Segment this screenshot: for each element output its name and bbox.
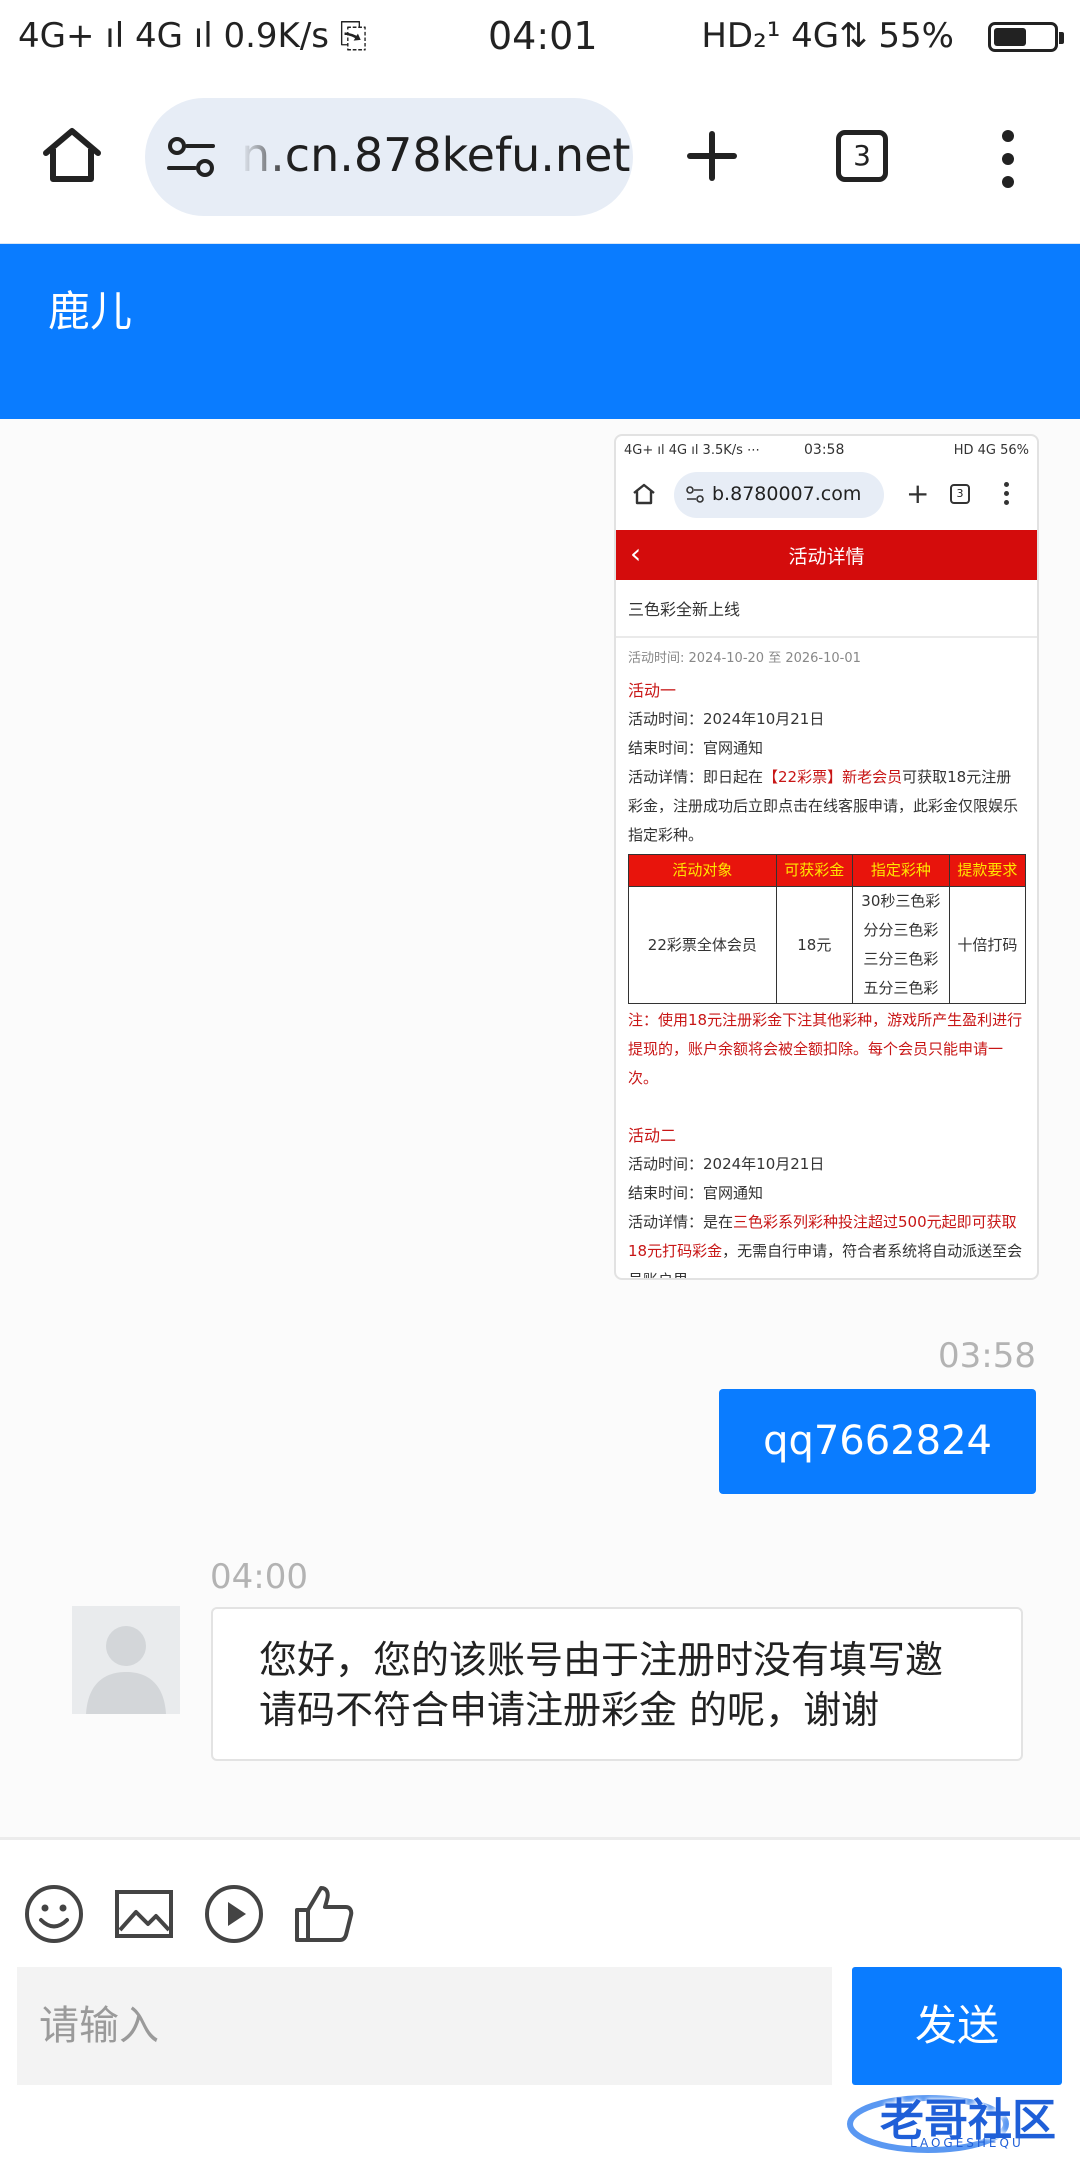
default-avatar-icon (72, 1606, 180, 1714)
message-input[interactable] (17, 1967, 799, 2085)
table-cell-requirement: 十倍打码 (948, 886, 1027, 1004)
home-icon[interactable] (40, 123, 104, 187)
incoming-message-bubble[interactable]: 您好，您的该账号由于注册时没有填写邀请码不符合申请注册彩金 的呢，谢谢 (211, 1607, 1023, 1761)
image-url-text: b.8780007.com (712, 483, 862, 505)
image-plus-icon: + (906, 477, 930, 510)
promo-1-time: 活动时间：2024年10月21日 (628, 710, 825, 728)
composer: 发送 老哥社区 LAOGESHEQU (0, 1837, 1080, 2163)
image-message[interactable]: 4G+ ıl 4G ıl 3.5K/s ⋯ 03:58 HD 4G 56% b.… (614, 434, 1039, 1280)
promo-note: 注：使用18元注册彩金下注其他彩种，游戏所产生盈利进行提现的，账户余额将会被全额… (628, 1011, 1023, 1087)
table-header: 提款要求 (948, 854, 1027, 887)
image-subtitle: 三色彩全新上线 (628, 600, 741, 619)
clock: 04:01 (488, 14, 598, 58)
promo-2-time: 活动时间：2024年10月21日 (628, 1155, 825, 1173)
browser-toolbar: n.cn.878kefu.net 3 (0, 78, 1080, 246)
smiley-icon[interactable] (22, 1882, 86, 1946)
image-tab-count: 3 (950, 484, 970, 504)
table-header: 活动对象 (628, 854, 777, 887)
new-tab-icon[interactable] (686, 130, 738, 182)
promo-2-detail: 活动详情：是在三色彩系列彩种投注超过500元起即可获取18元打码彩金，无需自行申… (628, 1213, 1023, 1280)
promo-period: 活动时间: 2024-10-20 至 2026-10-01 (628, 651, 861, 666)
message-input-wrap (17, 1967, 832, 2085)
image-status-left: 4G+ ıl 4G ıl 3.5K/s ⋯ (624, 443, 761, 458)
promo-1-detail: 活动详情：即日起在【22彩票】新老会员可获取18元注册彩金，注册成功后立即点击在… (628, 768, 1019, 844)
message-timestamp: 03:58 (938, 1336, 1036, 1376)
promo-table: 活动对象 可获彩金 指定彩种 提款要求 22彩票全体会员 18元 30秒三色彩 … (628, 854, 1027, 1004)
table-cell-bonus: 18元 (775, 886, 853, 1004)
message-timestamp: 04:00 (210, 1557, 308, 1597)
image-site-settings-icon (686, 486, 704, 503)
promo-2-heading: 活动二 (628, 1126, 677, 1145)
image-home-icon (633, 483, 655, 505)
image-address-bar: b.8780007.com (674, 472, 884, 518)
promo-2-end: 结束时间：官网通知 (628, 1184, 764, 1202)
promo-1-heading: 活动一 (628, 681, 677, 700)
address-bar[interactable]: n.cn.878kefu.net (145, 98, 633, 216)
image-menu-icon (1004, 482, 1010, 509)
battery-icon (988, 22, 1064, 52)
image-page-title: 活动详情 (788, 546, 865, 568)
table-cell-games: 30秒三色彩 分分三色彩 三分三色彩 五分三色彩 (851, 886, 950, 1004)
image-status-time: 03:58 (804, 442, 845, 458)
chat-header: 鹿儿 (0, 244, 1080, 419)
more-menu-icon[interactable] (1000, 130, 1016, 188)
send-button[interactable]: 发送 (852, 1967, 1062, 2085)
table-header: 可获彩金 (775, 854, 853, 887)
table-cell-target: 22彩票全体会员 (628, 886, 777, 1004)
thumbs-up-icon[interactable] (292, 1882, 356, 1946)
video-icon[interactable] (202, 1882, 266, 1946)
watermark-subtext: LAOGESHEQU (910, 2136, 1024, 2150)
url-text: n.cn.878kefu.net (241, 128, 631, 182)
tab-switcher-button[interactable]: 3 (836, 130, 888, 182)
network-indicators: 4G+ ıl 4G ıl 0.9K/s ⎘ (18, 16, 368, 56)
status-right-indicators: HD₂¹ 4G⇅ 55% (701, 16, 954, 56)
table-header: 指定彩种 (851, 854, 950, 887)
image-status-right: HD 4G 56% (953, 443, 1029, 458)
image-promo-body: 活动时间: 2024-10-20 至 2026-10-01 活动一 活动时间：2… (628, 648, 1027, 1280)
outgoing-message-bubble[interactable]: qq7662824 (719, 1389, 1036, 1494)
image-page-header: ‹ 活动详情 (616, 530, 1037, 580)
site-settings-icon[interactable] (167, 136, 215, 180)
status-bar: 4G+ ıl 4G ıl 0.9K/s ⎘ 04:01 HD₂¹ 4G⇅ 55% (0, 0, 1080, 78)
image-icon[interactable] (112, 1882, 176, 1946)
chat-title: 鹿儿 (48, 287, 133, 336)
agent-avatar (72, 1606, 180, 1714)
promo-1-end: 结束时间：官网通知 (628, 739, 764, 757)
